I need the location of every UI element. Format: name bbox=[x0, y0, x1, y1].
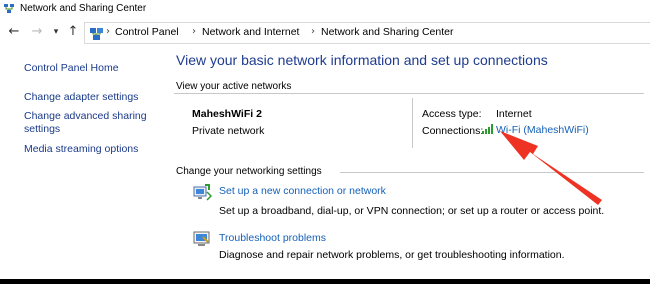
troubleshoot-icon bbox=[193, 231, 210, 246]
wifi-connection-link[interactable]: Wi-Fi (MaheshWiFi) bbox=[496, 124, 589, 136]
change-settings-heading: Change your networking settings bbox=[176, 166, 322, 177]
control-panel-home-link[interactable]: Control Panel Home bbox=[24, 62, 119, 74]
network-category: Private network bbox=[192, 125, 265, 137]
network-info-divider bbox=[412, 98, 413, 148]
control-panel-icon bbox=[90, 28, 103, 40]
sidebar: Control Panel Home Change adapter settin… bbox=[0, 46, 166, 279]
page-title: View your basic network information and … bbox=[176, 52, 548, 68]
change-advanced-sharing-settings-link[interactable]: Change advanced sharing settings bbox=[24, 110, 164, 136]
title-bar: Network and Sharing Center bbox=[0, 0, 650, 20]
main-content: View your basic network information and … bbox=[166, 46, 650, 279]
access-type-value: Internet bbox=[496, 108, 532, 120]
back-arrow-icon[interactable]: ← bbox=[6, 23, 22, 41]
active-networks-heading: View your active networks bbox=[176, 81, 292, 92]
breadcrumb-separator[interactable]: › bbox=[311, 26, 315, 37]
wifi-signal-icon bbox=[482, 124, 493, 134]
troubleshoot-description: Diagnose and repair network problems, or… bbox=[219, 249, 565, 261]
navigation-bar: ← → ▾ ↑ › Control Panel › Network and In… bbox=[0, 20, 650, 46]
breadcrumb-network-internet[interactable]: Network and Internet bbox=[202, 26, 299, 38]
access-type-label: Access type: bbox=[422, 108, 482, 120]
change-adapter-settings-link[interactable]: Change adapter settings bbox=[24, 91, 164, 104]
address-bar[interactable]: › Control Panel › Network and Internet ›… bbox=[84, 22, 650, 44]
connections-label: Connections: bbox=[422, 125, 484, 137]
breadcrumb-separator[interactable]: › bbox=[192, 26, 196, 37]
troubleshoot-problems-link[interactable]: Troubleshoot problems bbox=[219, 232, 326, 244]
network-sharing-icon bbox=[4, 4, 14, 13]
breadcrumb-control-panel[interactable]: Control Panel bbox=[115, 26, 179, 38]
window-title: Network and Sharing Center bbox=[20, 3, 147, 14]
up-arrow-icon[interactable]: ↑ bbox=[65, 23, 81, 41]
forward-arrow-icon[interactable]: → bbox=[29, 23, 45, 41]
section-divider bbox=[340, 172, 644, 173]
network-sharing-window: Network and Sharing Center ← → ▾ ↑ › Con… bbox=[0, 0, 650, 279]
breadcrumb-separator: › bbox=[106, 26, 110, 37]
section-divider bbox=[174, 93, 644, 94]
setup-connection-description: Set up a broadband, dial-up, or VPN conn… bbox=[219, 205, 605, 217]
chevron-down-icon[interactable]: ▾ bbox=[48, 23, 64, 41]
breadcrumb-network-sharing-center[interactable]: Network and Sharing Center bbox=[321, 26, 454, 38]
media-streaming-options-link[interactable]: Media streaming options bbox=[24, 143, 164, 156]
setup-connection-link[interactable]: Set up a new connection or network bbox=[219, 185, 386, 197]
new-connection-icon bbox=[193, 184, 212, 201]
network-name: MaheshWiFi 2 bbox=[192, 108, 262, 120]
